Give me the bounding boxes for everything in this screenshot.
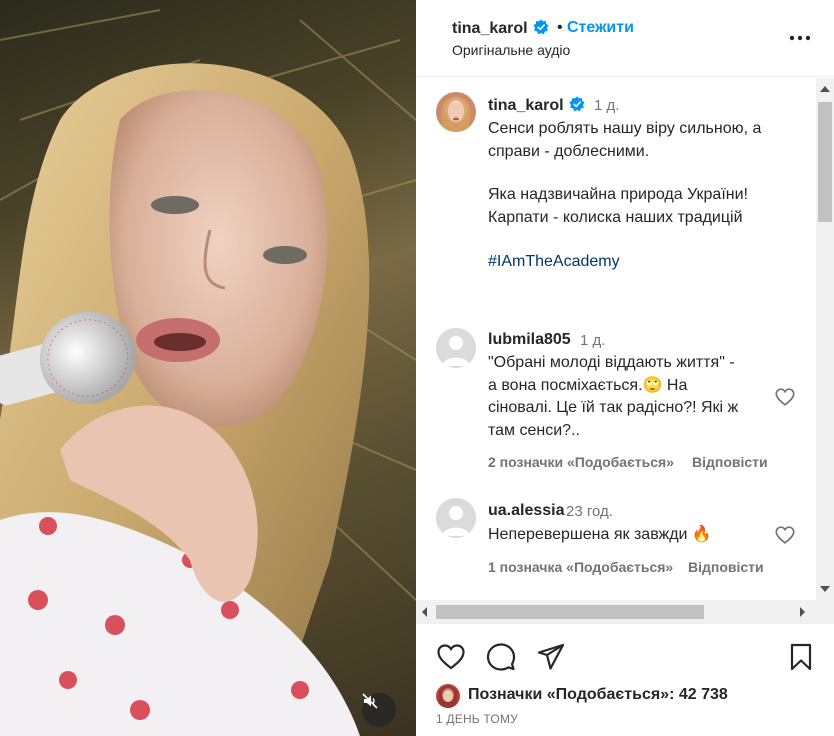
scroll-up-arrow-icon[interactable]: [820, 86, 830, 92]
post-media[interactable]: [0, 0, 416, 736]
liker-avatar: [436, 684, 460, 708]
comment-text-line: а вона посміхається.🙄 На: [488, 377, 688, 394]
comment-username[interactable]: lubmila805: [488, 331, 571, 349]
caption-line: Карпати - колиска наших традицій: [488, 209, 743, 226]
mute-toggle-button[interactable]: [362, 693, 396, 727]
comment-time[interactable]: 1 д.: [580, 332, 605, 349]
comment-likes-count[interactable]: 1 позначка «Подобається»: [488, 559, 673, 575]
comment-like-heart-icon[interactable]: [774, 524, 796, 546]
caption-line: Яка надзвичайна природа України!: [488, 186, 748, 203]
comment-reply-button[interactable]: Відповісти: [692, 454, 768, 470]
caption-line: Сенси роблять нашу віру сильною, а: [488, 120, 762, 137]
comment-likes-count[interactable]: 2 позначки «Подобається»: [488, 454, 674, 470]
caption-hashtag-link[interactable]: #IAmTheAcademy: [488, 251, 620, 273]
scrollbar-thumb[interactable]: [818, 102, 832, 222]
comment-text-line: Неперевершена як завжди 🔥: [488, 526, 712, 543]
post-details-panel: tina_karol • Стежити Оригінальне аудіо t…: [416, 0, 834, 736]
comment-reply-button[interactable]: Відповісти: [688, 559, 764, 575]
scrollbar-thumb[interactable]: [436, 605, 704, 619]
comment-icon[interactable]: [486, 642, 516, 672]
default-avatar-icon: [436, 328, 476, 368]
verified-badge-icon: [532, 19, 549, 35]
default-avatar-icon: [436, 498, 476, 538]
post-header: tina_karol • Стежити Оригінальне аудіо: [416, 0, 834, 77]
author-avatar-image: [436, 92, 476, 132]
scroll-left-arrow-icon[interactable]: [422, 607, 427, 617]
original-audio-link[interactable]: Оригінальне аудіо: [452, 42, 570, 58]
comment-time[interactable]: 23 год.: [566, 503, 613, 520]
scroll-down-arrow-icon[interactable]: [820, 586, 830, 592]
comments-vertical-scrollbar[interactable]: [816, 78, 834, 600]
comment-text-line: там сенси?..: [488, 422, 580, 439]
caption-line: справи - доблесними.: [488, 143, 650, 160]
scroll-right-arrow-icon[interactable]: [800, 607, 805, 617]
commenter-avatar[interactable]: [436, 498, 476, 538]
likes-count[interactable]: Позначки «Подобається»: 42 738: [468, 686, 728, 704]
caption-time[interactable]: 1 д.: [594, 97, 619, 114]
comment-username[interactable]: ua.alessia: [488, 502, 565, 520]
author-username[interactable]: tina_karol: [452, 19, 549, 38]
post-date[interactable]: 1 ДЕНЬ ТОМУ: [436, 712, 518, 726]
share-icon[interactable]: [536, 642, 566, 672]
comment-text-line: "Обрані молоді віддають життя" -: [488, 354, 735, 371]
video-frame-illustration: [0, 9, 416, 736]
comment-like-heart-icon[interactable]: [774, 386, 796, 408]
more-horizontal-icon[interactable]: [788, 28, 812, 48]
verified-badge-icon: [568, 96, 585, 112]
caption-username[interactable]: tina_karol: [488, 96, 585, 115]
bookmark-icon[interactable]: [786, 642, 816, 672]
header-separator: •: [557, 19, 563, 36]
caption-username-text: tina_karol: [488, 97, 564, 114]
heart-icon[interactable]: [436, 642, 466, 672]
follow-button[interactable]: Стежити: [567, 19, 634, 37]
speaker-muted-icon: [362, 693, 378, 709]
post-actions: Позначки «Подобається»: 42 738 1 ДЕНЬ ТО…: [416, 626, 834, 736]
comments-horizontal-scrollbar[interactable]: [416, 600, 834, 624]
liker-avatar-image: [436, 684, 460, 708]
author-username-text: tina_karol: [452, 20, 528, 37]
commenter-avatar[interactable]: [436, 328, 476, 368]
comment-text-line: сіновалі. Це їй так радісно?! Які ж: [488, 399, 739, 416]
author-avatar[interactable]: [436, 92, 476, 132]
comments-section: tina_karol 1 д. Сенси роблять нашу віру …: [416, 78, 816, 598]
